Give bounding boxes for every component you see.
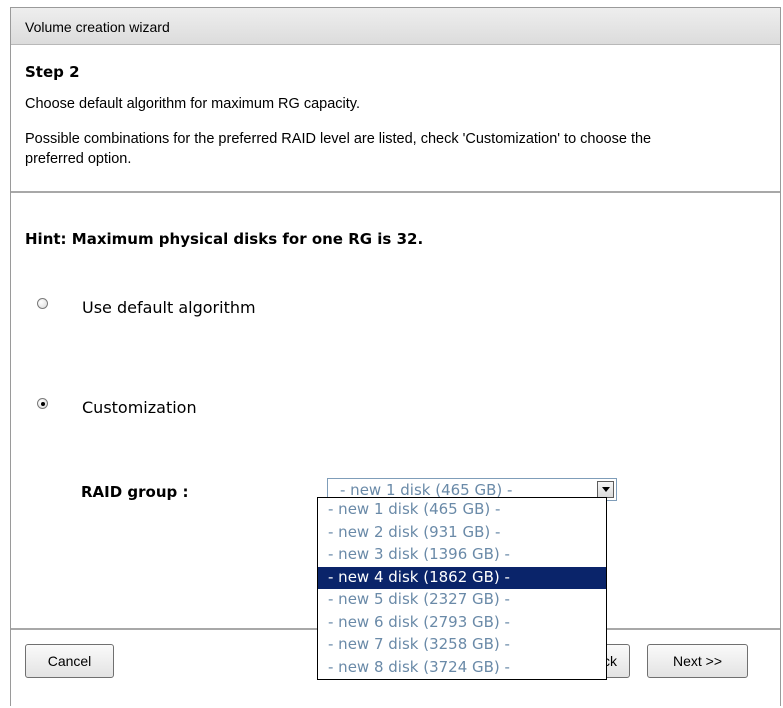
hint-text: Hint: Maximum physical disks for one RG … bbox=[25, 230, 424, 248]
raid-group-option[interactable]: - new 1 disk (465 GB) - bbox=[318, 499, 606, 522]
customization-radio[interactable] bbox=[37, 398, 48, 409]
raid-group-option[interactable]: - new 3 disk (1396 GB) - bbox=[318, 544, 606, 567]
step-title: Step 2 bbox=[25, 63, 80, 81]
default-algorithm-label[interactable]: Use default algorithm bbox=[82, 298, 256, 317]
customization-label[interactable]: Customization bbox=[82, 398, 197, 417]
next-button[interactable]: Next >> bbox=[647, 644, 748, 678]
chevron-down-icon[interactable] bbox=[597, 481, 614, 498]
customization-option[interactable]: Customization bbox=[37, 398, 197, 417]
default-algorithm-radio[interactable] bbox=[37, 298, 48, 309]
raid-group-option-highlighted[interactable]: - new 4 disk (1862 GB) - bbox=[318, 566, 606, 589]
raid-group-label: RAID group : bbox=[81, 483, 189, 501]
top-divider bbox=[11, 191, 780, 193]
default-algorithm-option[interactable]: Use default algorithm bbox=[37, 298, 256, 317]
raid-group-option[interactable]: - new 8 disk (3724 GB) - bbox=[318, 657, 606, 680]
raid-group-option[interactable]: - new 2 disk (931 GB) - bbox=[318, 522, 606, 545]
step-instructions: Possible combinations for the preferred … bbox=[25, 131, 652, 167]
step-description: Choose default algorithm for maximum RG … bbox=[25, 96, 360, 112]
raid-group-option[interactable]: - new 6 disk (2793 GB) - bbox=[318, 612, 606, 635]
raid-group-dropdown-list[interactable]: - new 1 disk (465 GB) - - new 2 disk (93… bbox=[317, 497, 607, 680]
wizard-title: Volume creation wizard bbox=[25, 19, 170, 35]
raid-group-option[interactable]: - new 5 disk (2327 GB) - bbox=[318, 589, 606, 612]
wizard-titlebar: Volume creation wizard bbox=[11, 8, 780, 45]
raid-group-option[interactable]: - new 7 disk (3258 GB) - bbox=[318, 634, 606, 657]
cancel-button[interactable]: Cancel bbox=[25, 644, 114, 678]
